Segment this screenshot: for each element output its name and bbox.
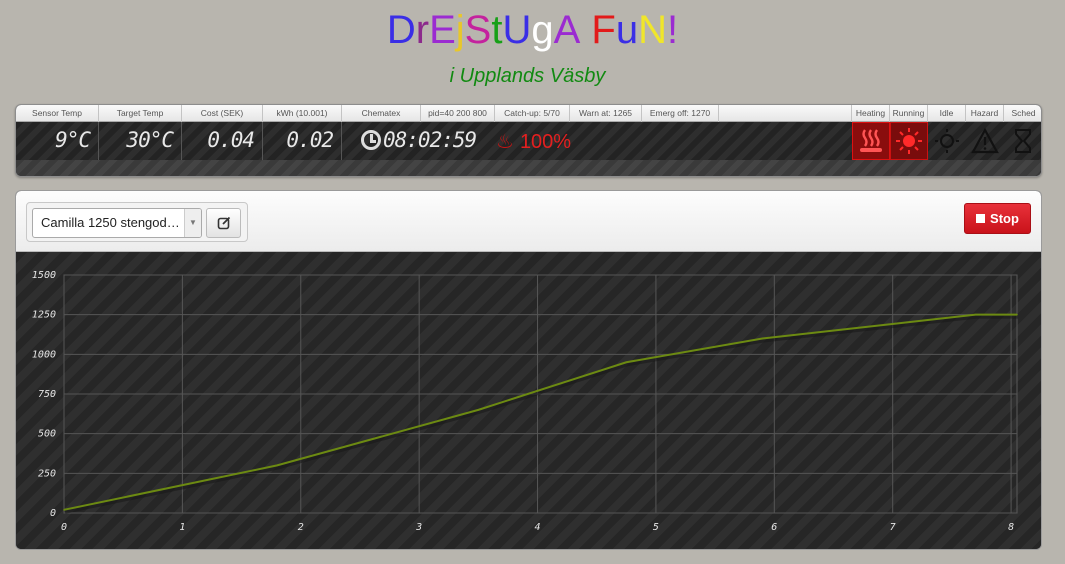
hazard-indicator [966,122,1004,160]
app-title: DrEjStUgA FuN! [0,6,1065,54]
heating-icon [860,129,882,152]
target-temp-value: 30°C [126,128,174,152]
header-sensor-temp: Sensor Temp [16,105,99,122]
x-tick-label: 7 [890,522,896,533]
status-header-row: Sensor Temp Target Temp Cost (SEK) kWh (… [16,105,1041,122]
stop-icon [976,214,986,223]
idle-sun-icon [935,129,959,153]
target-temp-cell: 30°C [99,122,182,160]
header-kwh: kWh (10.001) [263,105,342,122]
series-point [625,361,628,364]
idle-indicator [928,122,966,160]
title-letter: E [429,8,456,52]
app-subtitle: i Upplands Väsby [449,65,606,87]
main-panel: Camilla 1250 stengod… ▼ Stop 0 250 500 750 1… [15,190,1042,550]
header-hazard: Hazard [966,105,1004,122]
status-values-row: 9°C 30°C 0.04 0.02 08:02:59 ♨ 100% [16,122,1041,160]
title-letter: g [531,8,554,52]
header-emerg: Emerg off: 1270 [642,105,719,122]
cost-cell: 0.04 [182,122,263,160]
y-tick-label: 750 [38,389,56,400]
y-tick-label: 0 [50,508,56,519]
title-letter: ! [667,8,679,52]
clock-icon [361,130,381,150]
cost-value: 0.04 [207,128,255,152]
title-letter: U [502,8,532,52]
stop-button[interactable]: Stop [964,203,1031,234]
y-tick-label: 1250 [32,310,56,321]
heat-percent-value: 100% [519,131,572,153]
header-cost: Cost (SEK) [182,105,263,122]
header-idle: Idle [928,105,966,122]
x-tick-label: 1 [179,522,185,533]
series-point [974,313,977,316]
toolbar: Camilla 1250 stengod… ▼ Stop [16,191,1041,252]
sensor-temp-value: 9°C [55,128,91,152]
title-letter: N [638,8,667,52]
hourglass-icon [1015,129,1031,153]
x-tick-label: 3 [415,522,422,533]
status-panel: Sensor Temp Target Temp Cost (SEK) kWh (… [15,104,1042,177]
heating-indicator [852,122,890,160]
title-letter: j [455,8,465,52]
series-point [761,337,764,340]
header-warn: Warn at: 1265 [570,105,642,122]
y-tick-label: 1500 [32,270,56,281]
y-tick-label: 500 [38,429,56,440]
dropdown-arrow-icon[interactable]: ▼ [184,209,201,237]
kwh-value: 0.02 [286,128,334,152]
profile-selector-group: Camilla 1250 stengod… ▼ [26,202,248,242]
y-tick-label: 250 [38,468,56,479]
x-tick-label: 6 [771,522,777,533]
y-tick-label: 1000 [32,349,56,360]
header-sched: Sched [1011,108,1036,118]
elapsed-time: 08:02:59 [361,128,477,152]
header-catchup: Catch-up: 5/70 [495,105,570,122]
header-kiln-name: Chematex [342,105,421,122]
title-letter: A [553,8,581,52]
title-letter: D [386,8,416,52]
title-letter: F [591,8,616,52]
series-point [1016,313,1018,316]
hazard-icon [971,127,999,154]
schedule-indicator [1004,122,1041,160]
header-spacer [719,105,852,122]
header-pid: pid=40 200 800 [421,105,495,122]
elapsed-time-value: 08:02:59 [383,128,477,152]
title-letter [580,6,591,54]
sun-icon [896,128,922,154]
x-tick-label: 8 [1008,522,1014,533]
x-tick-label: 0 [61,522,67,533]
running-indicator [890,122,928,160]
edit-icon [217,216,230,230]
series-point [276,464,278,467]
firing-curve-chart: 0 250 500 750 1000 1250 1500 0 1 2 3 4 5 6 7 8 [32,270,1018,533]
sensor-temp-cell: 9°C [16,122,99,160]
title-letter: u [615,8,639,52]
x-tick-label: 4 [535,522,541,533]
series-point [63,509,65,511]
status-footer [16,160,1041,176]
profile-select[interactable]: Camilla 1250 stengod… ▼ [32,208,202,238]
title-letter: S [464,8,492,52]
heat-waves-icon: ♨ [496,131,514,153]
firing-chart: 0 250 500 750 1000 1250 1500 0 1 2 3 4 5 6 7 8 [16,252,1041,549]
profile-select-value: Camilla 1250 stengod… [41,215,180,230]
stop-label: Stop [990,211,1019,226]
x-tick-label: 5 [653,522,659,533]
series-point [477,409,480,411]
x-tick-label: 2 [298,522,304,533]
series-line [63,313,1017,511]
header-heating: Heating [852,105,890,122]
header-running: Running [890,105,928,122]
heat-percent: ♨ 100% [496,129,571,154]
header-target-temp: Target Temp [99,105,182,122]
series-shadow [64,314,1018,514]
kwh-cell: 0.02 [263,122,342,160]
title-letter: r [415,8,430,52]
edit-profile-button[interactable] [206,208,241,238]
title-letter: t [491,8,503,52]
